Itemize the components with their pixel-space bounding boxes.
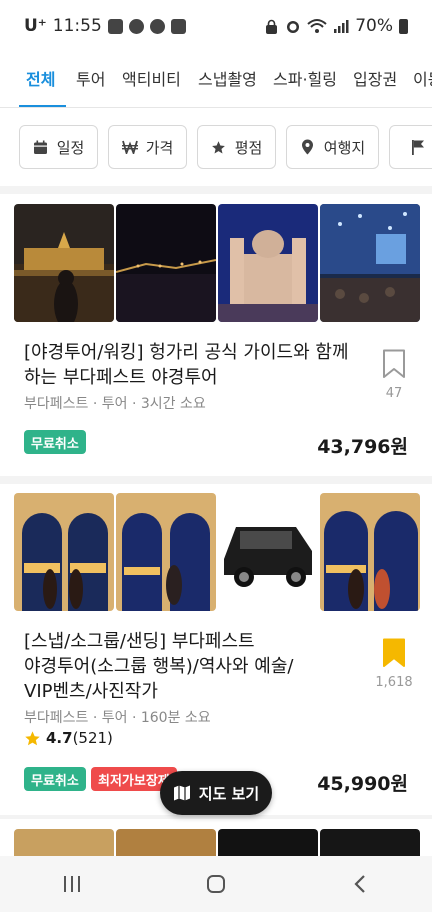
basilica-night-photo [218, 204, 318, 322]
category-tabs: 전체 투어 액티비티 스냅촬영 스파·힐링 입장권 이동 [0, 52, 432, 108]
carrier-label: U⁺ [24, 16, 47, 36]
filter-schedule-label: 일정 [56, 138, 85, 157]
filter-rating-chip[interactable]: 평점 [197, 125, 276, 169]
product-title-line: VIP벤츠/사진작가 [24, 681, 158, 702]
talk-notification-icon [149, 18, 165, 34]
product-title[interactable]: [야경투어/워킹] 헝가리 공식 가이드와 함께 하는 부다페스트 야경투어 [24, 340, 349, 390]
recent-apps-button[interactable] [52, 864, 92, 904]
review-count: (521) [72, 729, 113, 747]
product-photo[interactable] [116, 829, 216, 856]
calendar-icon [33, 139, 49, 155]
section-divider [0, 815, 432, 819]
river-night-photo [116, 204, 216, 322]
product-price: 45,990원 [317, 773, 408, 795]
product-photo[interactable] [14, 204, 114, 322]
star-icon [25, 730, 40, 745]
product-card[interactable] [0, 829, 432, 856]
filter-tour-chip[interactable]: 투 [389, 125, 432, 169]
news-notification-icon [170, 18, 186, 34]
filter-destination-chip[interactable]: 여행지 [286, 125, 379, 169]
product-photo[interactable] [218, 829, 318, 856]
status-bar-left: U⁺ 11:55 [24, 16, 186, 36]
filter-rating-label: 평점 [234, 138, 263, 157]
tab-snap-photo[interactable]: 스냅촬영 [198, 66, 257, 90]
filter-price-chip[interactable]: 가격 [108, 125, 187, 169]
map-view-label: 지도 보기 [198, 784, 260, 803]
product-photo[interactable] [14, 493, 114, 611]
flag-icon [410, 139, 426, 155]
alarm-icon [287, 21, 300, 33]
battery-icon [399, 18, 408, 34]
tab-all[interactable]: 전체 [26, 66, 55, 90]
product-photo[interactable] [14, 829, 114, 856]
product-title-line: [스냅/소그룹/샌딩] 부다페스트 [24, 631, 255, 652]
free-cancel-badge: 무료취소 [24, 430, 86, 454]
filter-schedule-chip[interactable]: 일정 [19, 125, 98, 169]
section-divider [0, 186, 432, 194]
tab-tour[interactable]: 투어 [76, 66, 105, 90]
star-icon [211, 139, 227, 155]
product-title[interactable]: [스냅/소그룹/샌딩] 부다페스트 야경투어(소그룹 행복)/역사와 예술/ V… [24, 629, 293, 704]
parliament-night-photo [14, 204, 114, 322]
app-screen: U⁺ 11:55 70% 전체 투어 액티비티 스냅촬영 스파·힐링 입장권 이… [0, 0, 432, 912]
filter-price-label: 가격 [145, 138, 174, 157]
bookmark-count: 47 [385, 386, 403, 401]
tab-activity[interactable]: 액티비티 [122, 66, 181, 90]
free-cancel-badge: 무료취소 [24, 767, 86, 791]
recent-apps-icon [64, 876, 80, 892]
couple-arch-photo [14, 493, 114, 611]
woman-arch-photo [116, 493, 216, 611]
product-price: 43,796원 [317, 436, 408, 458]
rating-score: 4.7 [46, 729, 73, 747]
section-divider [0, 476, 432, 484]
product-photo[interactable] [218, 204, 318, 322]
wifi-icon [307, 19, 327, 33]
couple-night-photo [320, 493, 420, 611]
product-photo[interactable] [320, 829, 420, 856]
product-photo[interactable] [116, 204, 216, 322]
tab-admission[interactable]: 입장권 [353, 66, 397, 90]
christmas-market-photo [320, 204, 420, 322]
clock: 11:55 [52, 16, 102, 36]
product-photo[interactable] [320, 493, 420, 611]
signal-icon [334, 20, 349, 33]
tab-transport[interactable]: 이동 [413, 66, 432, 90]
status-bar-right: 70% [264, 16, 408, 36]
product-meta: 부다페스트 · 투어 · 3시간 소요 [24, 396, 206, 412]
map-icon [173, 785, 190, 801]
black-van-photo [218, 493, 318, 611]
message-notification-icon [107, 18, 123, 34]
product-photo[interactable] [320, 204, 420, 322]
status-bar: U⁺ 11:55 70% [0, 0, 432, 52]
filter-destination-label: 여행지 [323, 138, 366, 157]
home-button[interactable] [196, 864, 236, 904]
map-view-button[interactable]: 지도 보기 [160, 771, 272, 815]
product-title-line: 야경투어(소그룹 행복)/역사와 예술/ [24, 656, 294, 677]
bookmark-icon[interactable] [382, 349, 406, 383]
back-button[interactable] [340, 864, 380, 904]
location-pin-icon [300, 139, 316, 155]
product-title-line: [야경투어/워킹] 헝가리 공식 가이드와 함께 [24, 342, 349, 363]
bookmark-filled-icon[interactable] [382, 638, 406, 672]
product-photo[interactable] [116, 493, 216, 611]
chat-notification-icon [128, 18, 144, 34]
product-meta: 부다페스트 · 투어 · 160분 소요 [24, 710, 211, 726]
product-photo[interactable] [218, 493, 318, 611]
product-card[interactable]: [야경투어/워킹] 헝가리 공식 가이드와 함께 하는 부다페스트 야경투어 부… [0, 204, 432, 476]
filter-chips: 일정 가격 평점 여행지 투 [0, 108, 432, 186]
bookmark-count: 1,618 [375, 675, 413, 690]
product-title-line: 하는 부다페스트 야경투어 [24, 367, 218, 388]
product-rating: 4.7 (521) [24, 729, 113, 747]
back-icon [354, 875, 365, 893]
home-icon [207, 875, 225, 893]
product-card[interactable]: [스냅/소그룹/샌딩] 부다페스트 야경투어(소그룹 행복)/역사와 예술/ V… [0, 493, 432, 815]
system-nav-bar [0, 856, 432, 912]
lock-icon [266, 19, 278, 34]
tab-spa-healing[interactable]: 스파·힐링 [273, 66, 337, 90]
battery-percent: 70% [355, 16, 393, 36]
won-icon [121, 139, 138, 155]
